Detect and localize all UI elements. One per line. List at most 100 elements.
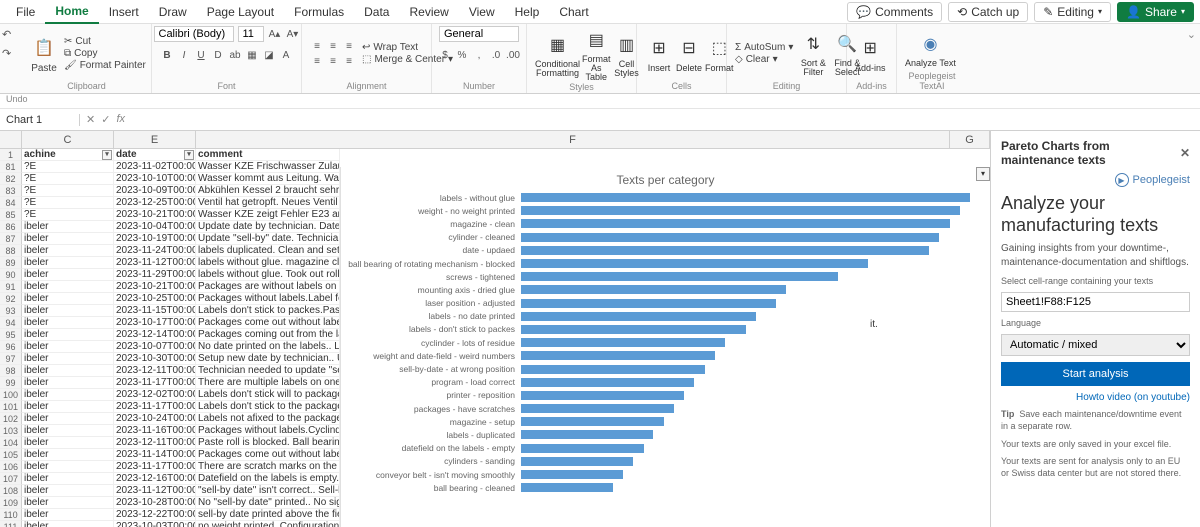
row-number[interactable]: 100: [0, 389, 22, 401]
cell[interactable]: Labels not afixed to the packages.Th: [196, 413, 340, 425]
cell[interactable]: 2023-11-15T00:00:00: [114, 305, 196, 317]
cell[interactable]: ibeler: [22, 365, 114, 377]
cell[interactable]: Paste roll is blocked. Ball bearing wa: [196, 437, 340, 449]
conditional-formatting-button[interactable]: Conditional Formatting: [535, 60, 580, 78]
row-number[interactable]: 110: [0, 509, 22, 521]
row-number[interactable]: 101: [0, 401, 22, 413]
comments-button[interactable]: 💬 Comments: [847, 2, 942, 22]
insert-cells-button[interactable]: Insert: [648, 63, 671, 73]
cell[interactable]: labels duplicated. Clean and setup m: [196, 245, 340, 257]
menu-tab-help[interactable]: Help: [505, 1, 550, 23]
cell[interactable]: sell-by date printed above the field..: [196, 509, 340, 521]
cell[interactable]: Wasser KZE Frischwasser Zulauf Mer: [196, 161, 340, 173]
menu-tab-chart[interactable]: Chart: [549, 1, 598, 23]
cell[interactable]: 2023-11-17T00:00:00: [114, 377, 196, 389]
cell[interactable]: no weight printed. Configuration loa: [196, 521, 340, 527]
align-top-icon[interactable]: ≡: [310, 39, 324, 53]
number-format-select[interactable]: [439, 26, 519, 42]
cell[interactable]: ibeler: [22, 401, 114, 413]
header-cell-machine[interactable]: achine▾: [22, 149, 114, 161]
menu-tab-data[interactable]: Data: [354, 1, 399, 23]
cell[interactable]: 2023-11-02T00:00:00: [114, 161, 196, 173]
underline-icon[interactable]: U: [194, 48, 208, 62]
analyze-text-button[interactable]: Analyze Text: [905, 59, 956, 68]
row-number[interactable]: 91: [0, 281, 22, 293]
cell[interactable]: 2023-11-14T00:00:00: [114, 449, 196, 461]
cell[interactable]: ibeler: [22, 341, 114, 353]
increase-font-icon[interactable]: A▴: [268, 27, 282, 41]
menu-tab-file[interactable]: File: [6, 1, 45, 23]
cell[interactable]: ibeler: [22, 305, 114, 317]
cell[interactable]: There are scratch marks on the boxe: [196, 461, 340, 473]
delete-cells-icon[interactable]: ⊟: [675, 34, 703, 62]
cell[interactable]: Packages without labels.Label feede: [196, 293, 340, 305]
cell[interactable]: ibeler: [22, 353, 114, 365]
row-number[interactable]: 109: [0, 497, 22, 509]
row-number[interactable]: 103: [0, 425, 22, 437]
filter-dropdown-icon[interactable]: ▾: [184, 150, 194, 160]
cell[interactable]: 2023-11-24T00:00:00: [114, 245, 196, 257]
menu-tab-review[interactable]: Review: [399, 1, 458, 23]
cell[interactable]: 2023-10-30T00:00:00: [114, 353, 196, 365]
cell[interactable]: Abkühlen Kessel 2 braucht sehr lang: [196, 185, 340, 197]
language-select[interactable]: Automatic / mixed: [1001, 334, 1190, 356]
row-number[interactable]: 82: [0, 173, 22, 185]
cell[interactable]: ibeler: [22, 413, 114, 425]
bold-icon[interactable]: B: [160, 48, 174, 62]
menu-tab-insert[interactable]: Insert: [99, 1, 149, 23]
cell[interactable]: ?E: [22, 185, 114, 197]
row-number[interactable]: 107: [0, 473, 22, 485]
cell[interactable]: ?E: [22, 173, 114, 185]
row-number[interactable]: 108: [0, 485, 22, 497]
sort-filter-icon[interactable]: ⇅: [799, 30, 827, 58]
collapse-ribbon-icon[interactable]: ⌄: [1183, 24, 1200, 93]
cell[interactable]: No "sell-by date" printed.. No signal: [196, 497, 340, 509]
cell[interactable]: ibeler: [22, 449, 114, 461]
row-number[interactable]: 88: [0, 245, 22, 257]
row-number[interactable]: 86: [0, 221, 22, 233]
align-left-icon[interactable]: ≡: [310, 54, 324, 68]
menu-tab-draw[interactable]: Draw: [149, 1, 197, 23]
cell[interactable]: Labels don't stick to the packages.. T: [196, 401, 340, 413]
border-icon[interactable]: ▦: [245, 48, 259, 62]
cell[interactable]: 2023-10-10T00:00:00: [114, 173, 196, 185]
col-header[interactable]: E: [114, 131, 196, 148]
cell[interactable]: Packages come out without labels.P: [196, 449, 340, 461]
cell[interactable]: 2023-10-19T00:00:00: [114, 233, 196, 245]
cell[interactable]: 2023-12-14T00:00:00: [114, 329, 196, 341]
row-number[interactable]: 93: [0, 305, 22, 317]
sort-filter-button[interactable]: Sort & Filter: [799, 59, 827, 77]
cell[interactable]: ibeler: [22, 497, 114, 509]
menu-tab-formulas[interactable]: Formulas: [284, 1, 354, 23]
cell[interactable]: 2023-10-07T00:00:00: [114, 341, 196, 353]
cell[interactable]: 2023-12-02T00:00:00: [114, 389, 196, 401]
cell[interactable]: Wasser kommt aus Leitung. Wasser: [196, 173, 340, 185]
cell[interactable]: 2023-10-03T00:00:00: [114, 521, 196, 527]
cell[interactable]: No date printed on the labels.. Laser: [196, 341, 340, 353]
cell[interactable]: ibeler: [22, 269, 114, 281]
addins-button[interactable]: Add-ins: [855, 63, 886, 73]
cell[interactable]: 2023-11-29T00:00:00: [114, 269, 196, 281]
row-number[interactable]: 97: [0, 353, 22, 365]
row-number[interactable]: 99: [0, 377, 22, 389]
percent-icon[interactable]: %: [455, 48, 469, 62]
fx-icon[interactable]: fx: [116, 113, 125, 126]
cell[interactable]: 2023-11-17T00:00:00: [114, 401, 196, 413]
cell[interactable]: Packages without labels.Cyclinder is: [196, 425, 340, 437]
strikethrough-icon[interactable]: ab: [228, 48, 242, 62]
cell[interactable]: labels without glue. Took out rolls ar: [196, 269, 340, 281]
font-name-select[interactable]: [154, 26, 234, 42]
cell[interactable]: Update "sell-by" date. Technician ne: [196, 233, 340, 245]
col-header[interactable]: G: [950, 131, 990, 148]
cell[interactable]: ibeler: [22, 329, 114, 341]
cell[interactable]: 2023-12-16T00:00:00: [114, 473, 196, 485]
cell[interactable]: 2023-10-28T00:00:00: [114, 497, 196, 509]
cell[interactable]: Packages are without labels on them: [196, 281, 340, 293]
cell[interactable]: Labels don't stick to packes.Pasteroll: [196, 305, 340, 317]
cell[interactable]: Packages come out without labels.P: [196, 317, 340, 329]
cell[interactable]: ibeler: [22, 461, 114, 473]
cell[interactable]: Technician needed to update "sell-b: [196, 365, 340, 377]
comma-icon[interactable]: ,: [472, 48, 486, 62]
decrease-font-icon[interactable]: A▾: [286, 27, 300, 41]
howto-link[interactable]: Howto video (on youtube): [1001, 392, 1190, 403]
